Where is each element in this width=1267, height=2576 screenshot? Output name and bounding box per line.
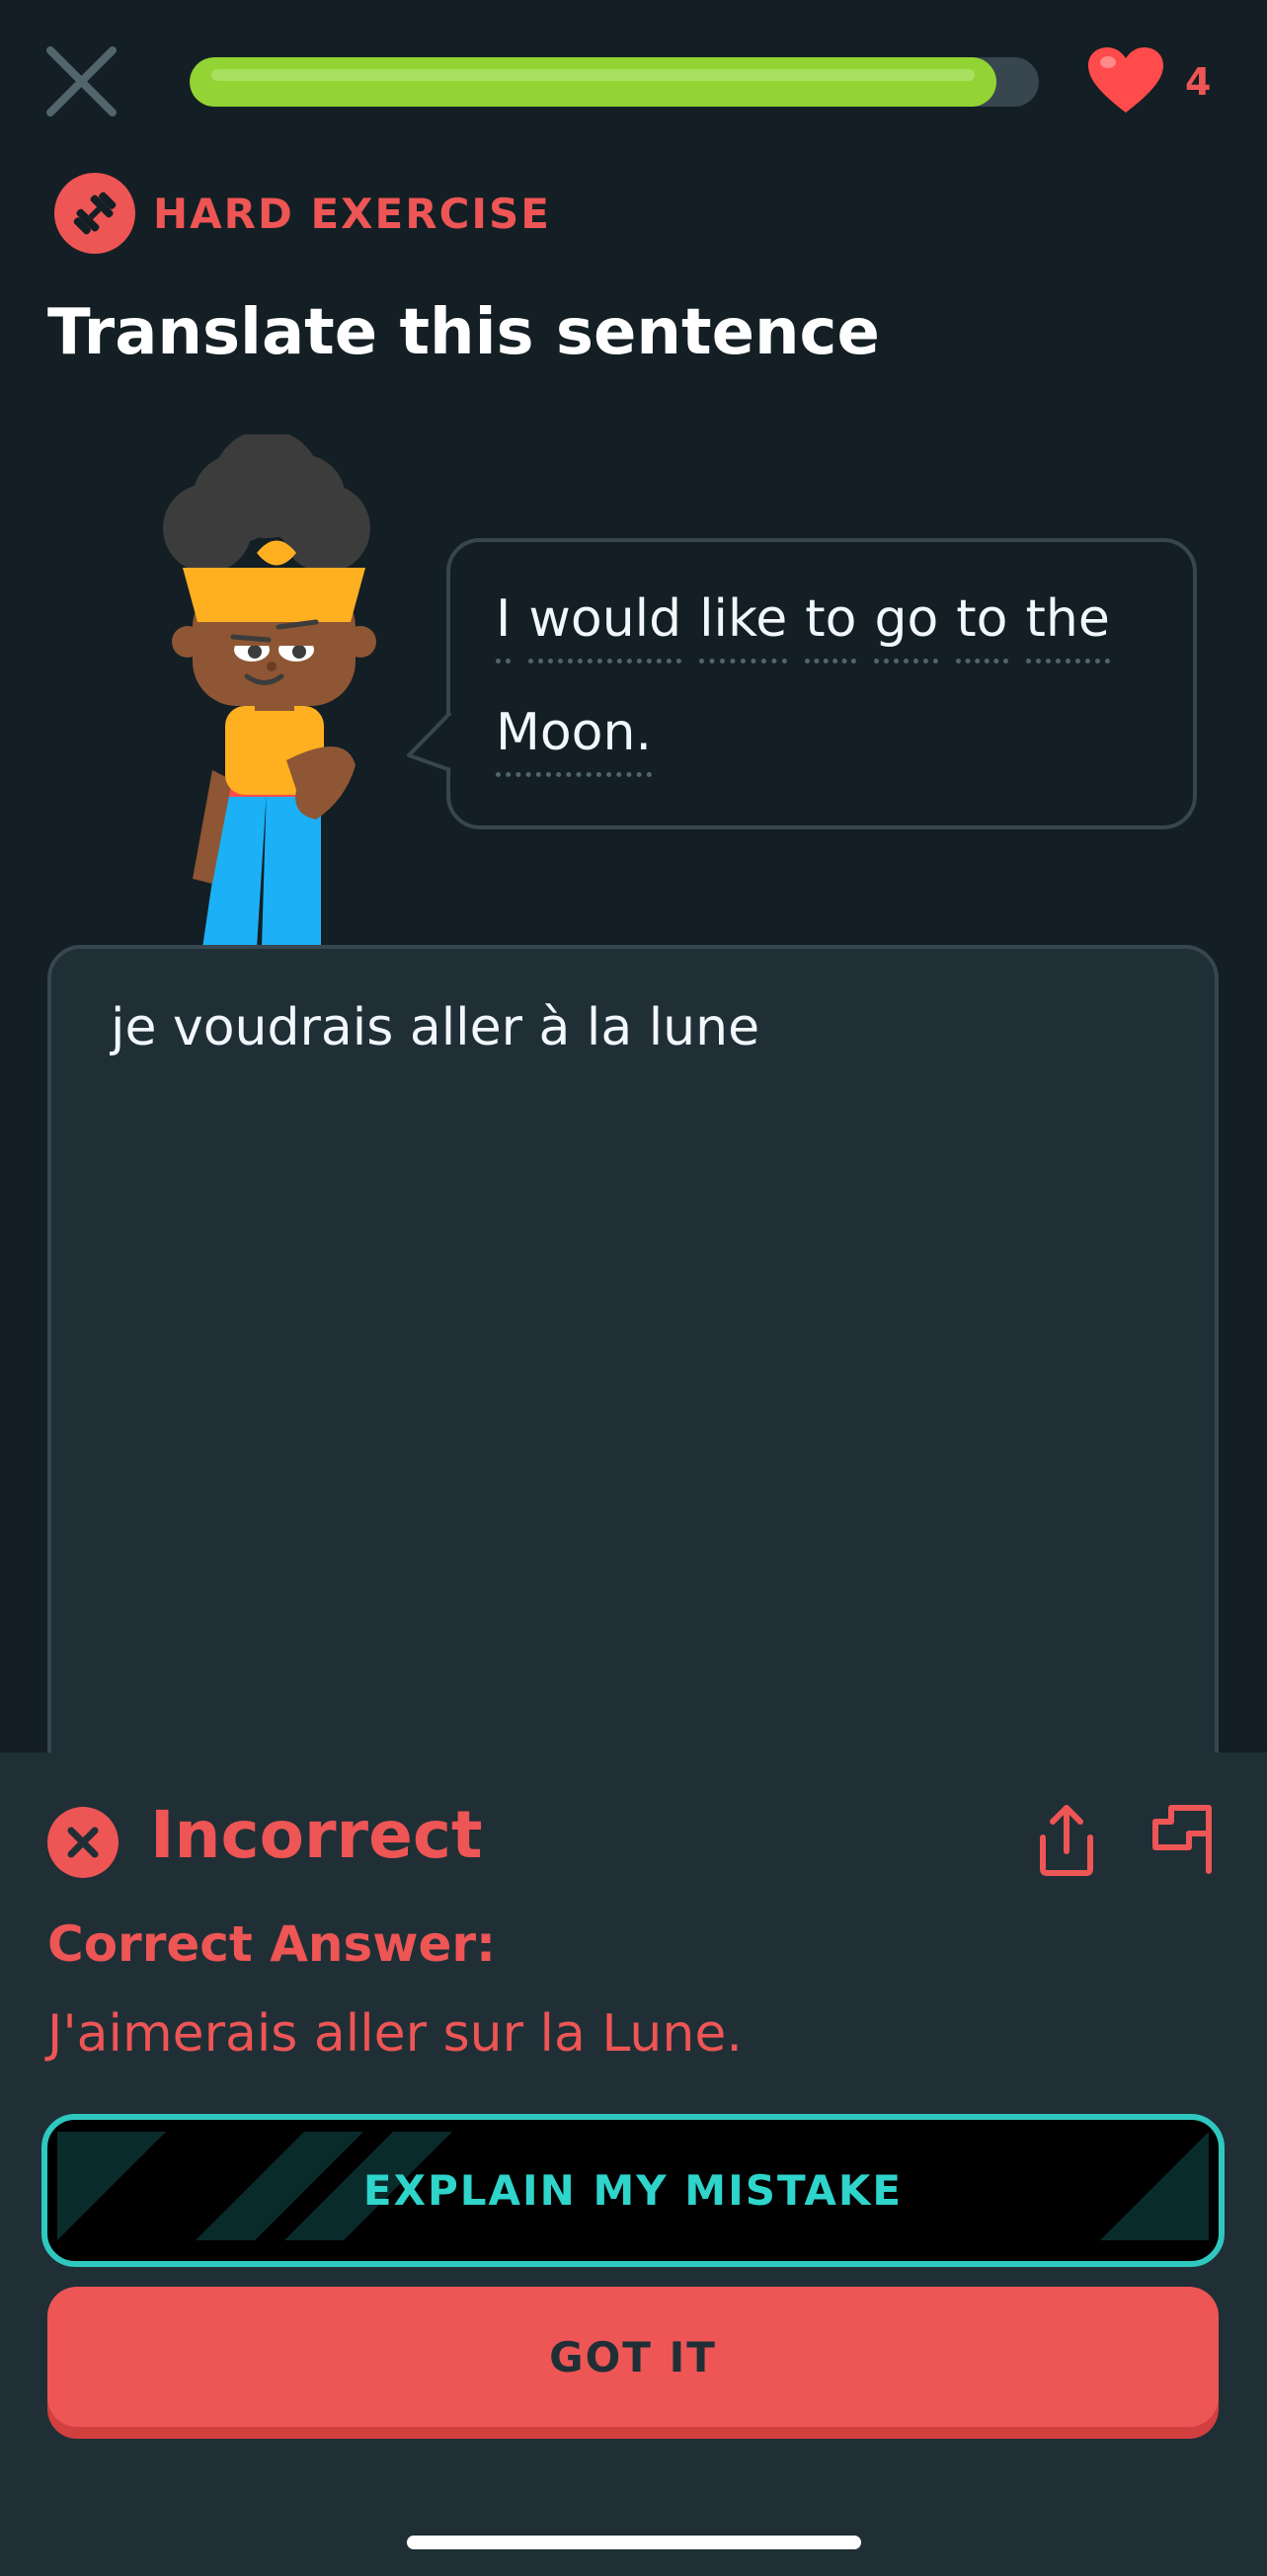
got-it-label: GOT IT [549,2332,717,2381]
prompt-word[interactable]: go [874,589,939,664]
prompt-word[interactable]: would [528,589,682,664]
share-icon[interactable] [1027,1800,1106,1879]
prompt-line-1: Iwould like to go to the [496,589,1110,664]
prompt-word[interactable]: the [1025,589,1110,664]
hearts-count: 4 [1185,60,1212,104]
x-circle-icon [47,1807,119,1878]
hard-exercise-text: HARD EXERCISE [153,189,551,238]
character-illustration [148,429,405,948]
lesson-screen: 4 HARD EXERCISE Translate this sentence [0,0,1267,2576]
prompt-word[interactable]: Moon. [496,703,652,777]
dumbbell-icon [54,173,135,254]
lesson-progress-fill [190,57,996,107]
hard-exercise-label: HARD EXERCISE [54,173,551,254]
correct-answer-text: J'aimerais aller sur la Lune. [47,2004,743,2064]
prompt-word[interactable]: to [805,589,857,664]
heart-icon [1086,45,1165,118]
explain-my-mistake-label: EXPLAIN MY MISTAKE [362,2166,904,2215]
explain-my-mistake-button[interactable]: EXPLAIN MY MISTAKE [41,2114,1225,2267]
got-it-button[interactable]: GOT IT [47,2287,1219,2427]
prompt-line-2: Moon. [496,703,652,777]
lesson-progress-bar [190,57,1039,107]
close-icon[interactable] [44,44,119,118]
speech-bubble: Iwould like to go to the Moon. [446,538,1197,829]
answer-textarea[interactable]: je voudrais aller à la lune [47,945,1219,1834]
home-indicator [407,2536,861,2549]
correct-answer-label: Correct Answer: [47,1915,497,1973]
flag-icon[interactable] [1146,1800,1225,1879]
answer-text: je voudrais aller à la lune [111,998,760,1057]
prompt-word[interactable]: to [956,589,1008,664]
lesson-progress-shine [211,69,975,81]
speech-bubble-tail [405,711,456,784]
page-title: Translate this sentence [47,296,880,369]
prompt-word[interactable]: like [699,589,788,664]
hearts-counter[interactable]: 4 [1086,45,1211,118]
feedback-status: Incorrect [150,1797,483,1873]
prompt-word[interactable]: I [496,589,512,664]
